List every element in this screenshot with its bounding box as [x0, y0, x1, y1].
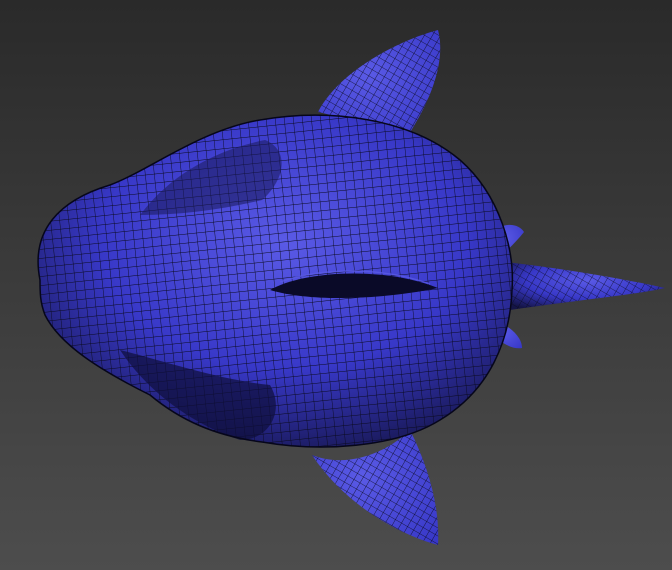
viewport-canvas[interactable] — [0, 0, 672, 570]
viewport-3d[interactable] — [0, 0, 672, 570]
